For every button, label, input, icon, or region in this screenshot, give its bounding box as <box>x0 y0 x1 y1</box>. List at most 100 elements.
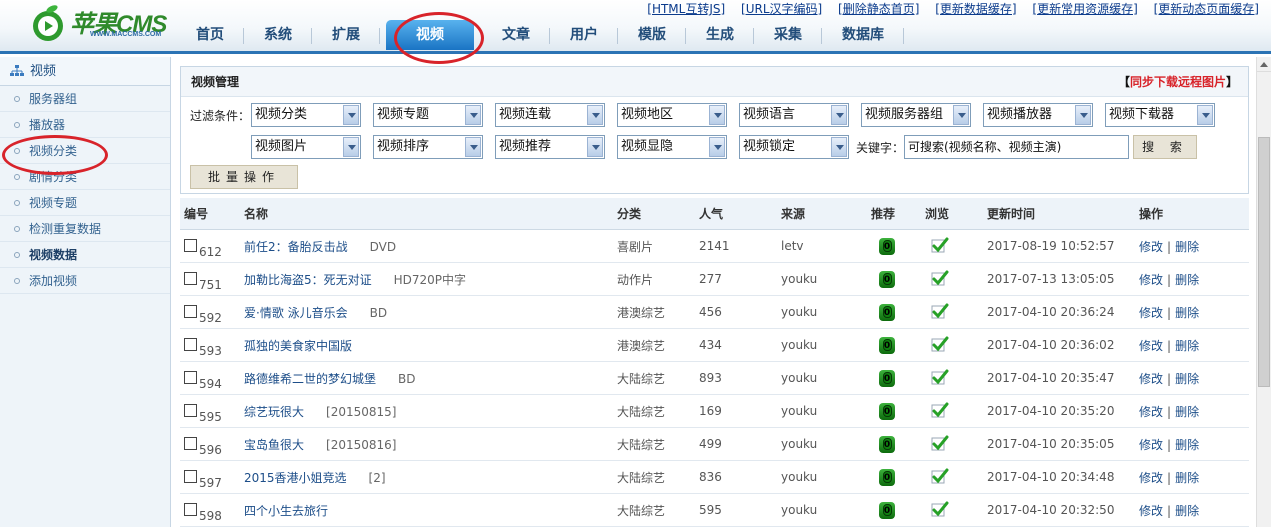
video-title-link[interactable]: 宝岛鱼很大 <box>244 438 304 452</box>
nav-system[interactable]: 系统 <box>244 20 312 50</box>
check-icon[interactable] <box>931 270 949 286</box>
select-video-image[interactable]: 视频图片 <box>251 135 361 159</box>
recommend-level-icon[interactable]: 0 <box>879 237 895 255</box>
select-video-category[interactable]: 视频分类 <box>251 103 361 127</box>
edit-link[interactable]: 修改 <box>1139 306 1163 320</box>
edit-link[interactable]: 修改 <box>1139 438 1163 452</box>
update-dynamic-cache-link[interactable]: [更新动态页面缓存] <box>1154 2 1259 16</box>
recommend-level-icon[interactable]: 0 <box>879 435 895 453</box>
sidebar-item-video-topic[interactable]: 视频专题 <box>0 190 170 216</box>
video-title-link[interactable]: 爱·情歌 泳儿音乐会 <box>244 306 348 320</box>
vertical-scrollbar[interactable] <box>1256 57 1271 527</box>
col-id[interactable]: 编号 <box>180 205 244 222</box>
video-title-link[interactable]: 综艺玩很大 <box>244 405 304 419</box>
delete-link[interactable]: 删除 <box>1175 240 1199 254</box>
row-checkbox[interactable] <box>184 469 197 483</box>
nav-extend[interactable]: 扩展 <box>312 20 380 50</box>
batch-operation-button[interactable]: 批量操作 <box>190 165 298 189</box>
delete-link[interactable]: 删除 <box>1175 273 1199 287</box>
delete-link[interactable]: 删除 <box>1175 438 1199 452</box>
sidebar-item-check-duplicates[interactable]: 检测重复数据 <box>0 216 170 242</box>
check-icon[interactable] <box>931 237 949 253</box>
delete-link[interactable]: 删除 <box>1175 405 1199 419</box>
video-title-link[interactable]: 四个小生去旅行 <box>244 504 328 518</box>
keyword-input[interactable]: 可搜索(视频名称、视频主演) <box>904 135 1129 159</box>
nav-generate[interactable]: 生成 <box>686 20 754 50</box>
delete-static-home-link[interactable]: [删除静态首页] <box>838 2 919 16</box>
nav-collect[interactable]: 采集 <box>754 20 822 50</box>
nav-database[interactable]: 数据库 <box>822 20 904 50</box>
select-video-lock[interactable]: 视频锁定 <box>739 135 849 159</box>
row-checkbox[interactable] <box>184 271 197 285</box>
edit-link[interactable]: 修改 <box>1139 405 1163 419</box>
check-icon[interactable] <box>931 501 949 517</box>
update-data-cache-link[interactable]: [更新数据缓存] <box>935 2 1016 16</box>
video-title-link[interactable]: 2015香港小姐竞选 <box>244 471 347 485</box>
sidebar-item-add-video[interactable]: 添加视频 <box>0 268 170 294</box>
delete-link[interactable]: 删除 <box>1175 504 1199 518</box>
nav-user[interactable]: 用户 <box>550 20 618 50</box>
nav-template[interactable]: 模版 <box>618 20 686 50</box>
sidebar-item-server-group[interactable]: 服务器组 <box>0 86 170 112</box>
col-source[interactable]: 来源 <box>781 205 863 222</box>
col-view[interactable]: 浏览 <box>925 205 987 222</box>
select-video-region[interactable]: 视频地区 <box>617 103 727 127</box>
col-name[interactable]: 名称 <box>244 205 617 222</box>
recommend-level-icon[interactable]: 0 <box>879 303 895 321</box>
edit-link[interactable]: 修改 <box>1139 504 1163 518</box>
col-popularity[interactable]: 人气 <box>699 205 781 222</box>
recommend-level-icon[interactable]: 0 <box>879 270 895 288</box>
video-title-link[interactable]: 加勒比海盗5：死无对证 <box>244 273 372 287</box>
recommend-level-icon[interactable]: 0 <box>879 402 895 420</box>
select-video-topic[interactable]: 视频专题 <box>373 103 483 127</box>
recommend-level-icon[interactable]: 0 <box>879 501 895 519</box>
update-resource-cache-link[interactable]: [更新常用资源缓存] <box>1032 2 1137 16</box>
logo[interactable]: 苹果CMS WWW.MACCMS.COM <box>28 2 173 44</box>
edit-link[interactable]: 修改 <box>1139 471 1163 485</box>
sidebar-item-player[interactable]: 播放器 <box>0 112 170 138</box>
nav-article[interactable]: 文章 <box>482 20 550 50</box>
delete-link[interactable]: 删除 <box>1175 306 1199 320</box>
html-js-link[interactable]: [HTML互转JS] <box>647 2 725 16</box>
video-title-link[interactable]: 孤独的美食家中国版 <box>244 339 352 353</box>
nav-video[interactable]: 视频 <box>386 20 474 50</box>
select-video-visibility[interactable]: 视频显隐 <box>617 135 727 159</box>
sidebar-item-video-category[interactable]: 视频分类 <box>0 138 170 164</box>
row-checkbox[interactable] <box>184 403 197 417</box>
select-video-downloader[interactable]: 视频下载器 <box>1105 103 1215 127</box>
scroll-thumb[interactable] <box>1258 137 1270 387</box>
select-server-group[interactable]: 视频服务器组 <box>861 103 971 127</box>
sidebar-item-plot-category[interactable]: 剧情分类 <box>0 164 170 190</box>
video-title-link[interactable]: 路德维希二世的梦幻城堡 <box>244 372 376 386</box>
check-icon[interactable] <box>931 435 949 451</box>
select-video-serial[interactable]: 视频连载 <box>495 103 605 127</box>
check-icon[interactable] <box>931 303 949 319</box>
video-title-link[interactable]: 前任2：备胎反击战 <box>244 240 348 254</box>
delete-link[interactable]: 删除 <box>1175 471 1199 485</box>
row-checkbox[interactable] <box>184 304 197 318</box>
edit-link[interactable]: 修改 <box>1139 339 1163 353</box>
sidebar-item-video-data[interactable]: 视频数据 <box>0 242 170 268</box>
edit-link[interactable]: 修改 <box>1139 372 1163 386</box>
select-video-language[interactable]: 视频语言 <box>739 103 849 127</box>
recommend-level-icon[interactable]: 0 <box>879 336 895 354</box>
scroll-up-icon[interactable] <box>1257 57 1271 72</box>
select-video-player[interactable]: 视频播放器 <box>983 103 1093 127</box>
check-icon[interactable] <box>931 402 949 418</box>
edit-link[interactable]: 修改 <box>1139 273 1163 287</box>
delete-link[interactable]: 删除 <box>1175 372 1199 386</box>
col-category[interactable]: 分类 <box>617 205 699 222</box>
row-checkbox[interactable] <box>184 337 197 351</box>
nav-home[interactable]: 首页 <box>176 20 244 50</box>
select-video-recommend[interactable]: 视频推荐 <box>495 135 605 159</box>
check-icon[interactable] <box>931 468 949 484</box>
select-video-sort[interactable]: 视频排序 <box>373 135 483 159</box>
url-encode-link[interactable]: [URL汉字编码] <box>741 2 822 16</box>
sync-remote-images-link[interactable]: 【同步下载远程图片】 <box>1118 67 1238 97</box>
check-icon[interactable] <box>931 369 949 385</box>
edit-link[interactable]: 修改 <box>1139 240 1163 254</box>
row-checkbox[interactable] <box>184 370 197 384</box>
col-recommend[interactable]: 推荐 <box>863 205 925 222</box>
delete-link[interactable]: 删除 <box>1175 339 1199 353</box>
row-checkbox[interactable] <box>184 502 197 516</box>
